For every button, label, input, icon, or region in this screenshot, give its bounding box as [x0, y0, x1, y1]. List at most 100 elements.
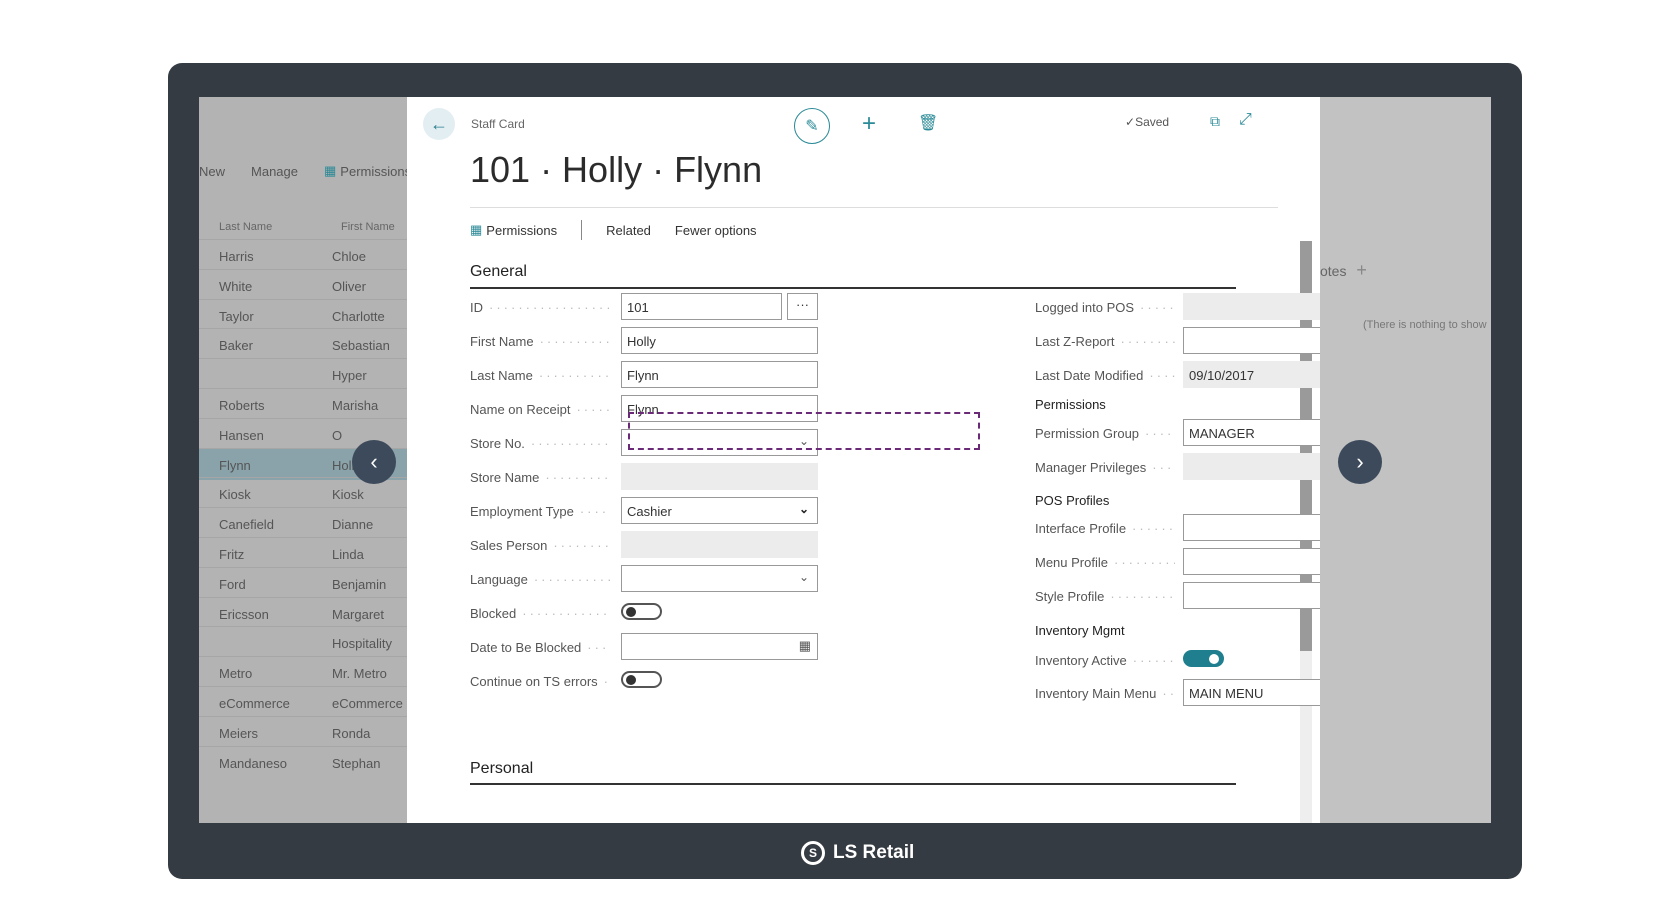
- employment-type-value: Cashier: [627, 504, 672, 519]
- row-first-name: Oliver: [332, 278, 366, 294]
- employment-type-label: Employment Type ··················: [470, 504, 610, 519]
- section-general-line: [470, 287, 1236, 289]
- style-profile-label: Style Profile ··················: [1035, 589, 1175, 604]
- col-last-name[interactable]: Last Name: [219, 221, 272, 233]
- row-first-name: Charlotte: [332, 308, 385, 324]
- date-to-be-blocked-field[interactable]: ▦: [621, 633, 818, 660]
- blocked-toggle[interactable]: [621, 603, 662, 620]
- row-last-name: Meiers: [219, 725, 259, 741]
- list-row[interactable]: Baker Sebastian: [199, 328, 409, 360]
- permission-group-field[interactable]: MANAGER⌄: [1183, 419, 1320, 446]
- list-row[interactable]: Hyper: [199, 358, 409, 390]
- list-row[interactable]: Canefield Dianne: [199, 507, 409, 539]
- toggle-knob: [626, 607, 636, 617]
- row-last-name: Taylor: [219, 308, 254, 324]
- last-name-label: Last Name ··················: [470, 368, 610, 383]
- first-name-value: Holly: [627, 334, 656, 349]
- interface-profile-field[interactable]: ⌄: [1183, 514, 1320, 541]
- first-name-field[interactable]: Holly: [621, 327, 818, 354]
- permissions-action[interactable]: ▦ Permissions: [324, 163, 411, 179]
- leader-dots: ··················: [1140, 300, 1175, 315]
- name-on-receipt-label-text: Name on Receipt: [470, 402, 571, 417]
- previous-record-button[interactable]: ‹: [352, 440, 396, 484]
- date-to-be-blocked-label: Date to Be Blocked ··················: [470, 640, 610, 655]
- list-row[interactable]: Mandaneso Stephan: [199, 745, 409, 778]
- language-field[interactable]: ⌄: [621, 565, 818, 592]
- open-new-window-icon[interactable]: ⧉: [1210, 113, 1220, 130]
- list-row[interactable]: Hospitality: [199, 626, 409, 658]
- brand-logo: S LS Retail: [801, 841, 914, 865]
- last-z-report-field[interactable]: [1183, 327, 1320, 354]
- list-row[interactable]: Fritz Linda: [199, 537, 409, 569]
- leader-dots: ··················: [604, 674, 610, 689]
- leader-dots: ··················: [1132, 653, 1175, 668]
- menu-fewer-options[interactable]: Fewer options: [675, 223, 757, 238]
- section-personal-title[interactable]: Personal: [470, 760, 533, 778]
- expand-icon[interactable]: ⤢: [1239, 111, 1252, 129]
- style-profile-field[interactable]: ⌄: [1183, 582, 1320, 609]
- last-date-modified-field: 09/10/2017: [1183, 361, 1320, 388]
- employment-type-field[interactable]: Cashier ⌄: [621, 497, 818, 524]
- inventory-active-label-text: Inventory Active: [1035, 653, 1127, 668]
- list-row[interactable]: Ericsson Margaret: [199, 596, 409, 629]
- edit-pencil-icon[interactable]: ✎: [794, 108, 830, 144]
- col-first-name[interactable]: First Name: [341, 221, 395, 233]
- inventory-active-toggle[interactable]: [1183, 650, 1224, 667]
- row-last-name: eCommerce: [219, 696, 290, 711]
- first-name-label: First Name ··················: [470, 334, 610, 349]
- inventory-active-label: Inventory Active ··················: [1035, 653, 1175, 668]
- notes-label: otes +: [1320, 260, 1367, 280]
- leader-dots: ··················: [553, 538, 610, 553]
- next-record-button[interactable]: ›: [1338, 440, 1382, 484]
- row-first-name: Stephan: [332, 755, 381, 771]
- back-arrow-icon[interactable]: ←: [423, 108, 455, 140]
- list-row[interactable]: Metro Mr. Metro: [199, 656, 409, 688]
- list-row[interactable]: White Oliver: [199, 268, 409, 301]
- list-row[interactable]: eCommerce eCommerce: [199, 686, 409, 718]
- leader-dots: ··················: [1120, 334, 1175, 349]
- leader-dots: ··················: [545, 470, 610, 485]
- section-general-title[interactable]: General: [470, 263, 527, 281]
- permissions-icon: ▦: [324, 163, 337, 178]
- continue-on-ts-errors-toggle[interactable]: [621, 671, 662, 688]
- menu-permissions[interactable]: Permissions: [486, 223, 557, 238]
- menu-profile-field[interactable]: ⌄: [1183, 548, 1320, 575]
- list-row[interactable]: Ford Benjamin: [199, 566, 409, 599]
- list-row[interactable]: Taylor Charlotte: [199, 298, 409, 331]
- leader-dots: ··················: [522, 606, 610, 621]
- brand-name: LS Retail: [833, 842, 915, 863]
- lookup-ellipsis-button[interactable]: ···: [787, 293, 818, 320]
- row-first-name: Sebastian: [332, 338, 390, 354]
- continue-on-ts-errors-label: Continue on TS errors ··················: [470, 674, 610, 689]
- last-name-field[interactable]: Flynn: [621, 361, 818, 388]
- id-field[interactable]: 101: [621, 293, 782, 320]
- menu-separator: [581, 220, 583, 240]
- row-last-name: Baker: [219, 338, 253, 354]
- delete-trash-icon[interactable]: 🗑: [918, 113, 938, 133]
- toggle-knob: [1209, 654, 1219, 664]
- continue-on-ts-errors-label-text: Continue on TS errors: [470, 674, 598, 689]
- new-plus-icon[interactable]: +: [862, 110, 876, 138]
- row-last-name: Metro: [219, 666, 253, 682]
- row-first-name: Linda: [332, 547, 364, 562]
- inventory-main-menu-value: MAIN MENU: [1189, 686, 1264, 701]
- row-last-name: Flynn: [219, 457, 251, 473]
- row-last-name: Canefield: [219, 517, 274, 533]
- inventory-main-menu-field[interactable]: MAIN MENU⌄: [1183, 679, 1320, 706]
- id-label-text: ID: [470, 300, 483, 315]
- row-first-name: eCommerce: [332, 696, 403, 711]
- list-row[interactable]: Meiers Ronda: [199, 715, 409, 748]
- row-last-name: Mandaneso: [219, 755, 287, 771]
- row-last-name: Harris: [219, 249, 254, 264]
- interface-profile-label-text: Interface Profile: [1035, 521, 1127, 536]
- new-action[interactable]: New: [199, 163, 225, 179]
- menu-related[interactable]: Related: [606, 223, 651, 238]
- add-note-icon[interactable]: +: [1356, 260, 1367, 280]
- blocked-label-text: Blocked: [470, 606, 517, 621]
- last-z-report-label: Last Z-Report ··················: [1035, 334, 1175, 349]
- list-row[interactable]: Harris Chloe: [199, 239, 409, 271]
- leader-dots: ··················: [530, 436, 610, 451]
- manage-action[interactable]: Manage: [251, 163, 298, 179]
- list-row[interactable]: Roberts Marisha: [199, 388, 409, 420]
- calendar-icon[interactable]: ▦: [799, 638, 811, 654]
